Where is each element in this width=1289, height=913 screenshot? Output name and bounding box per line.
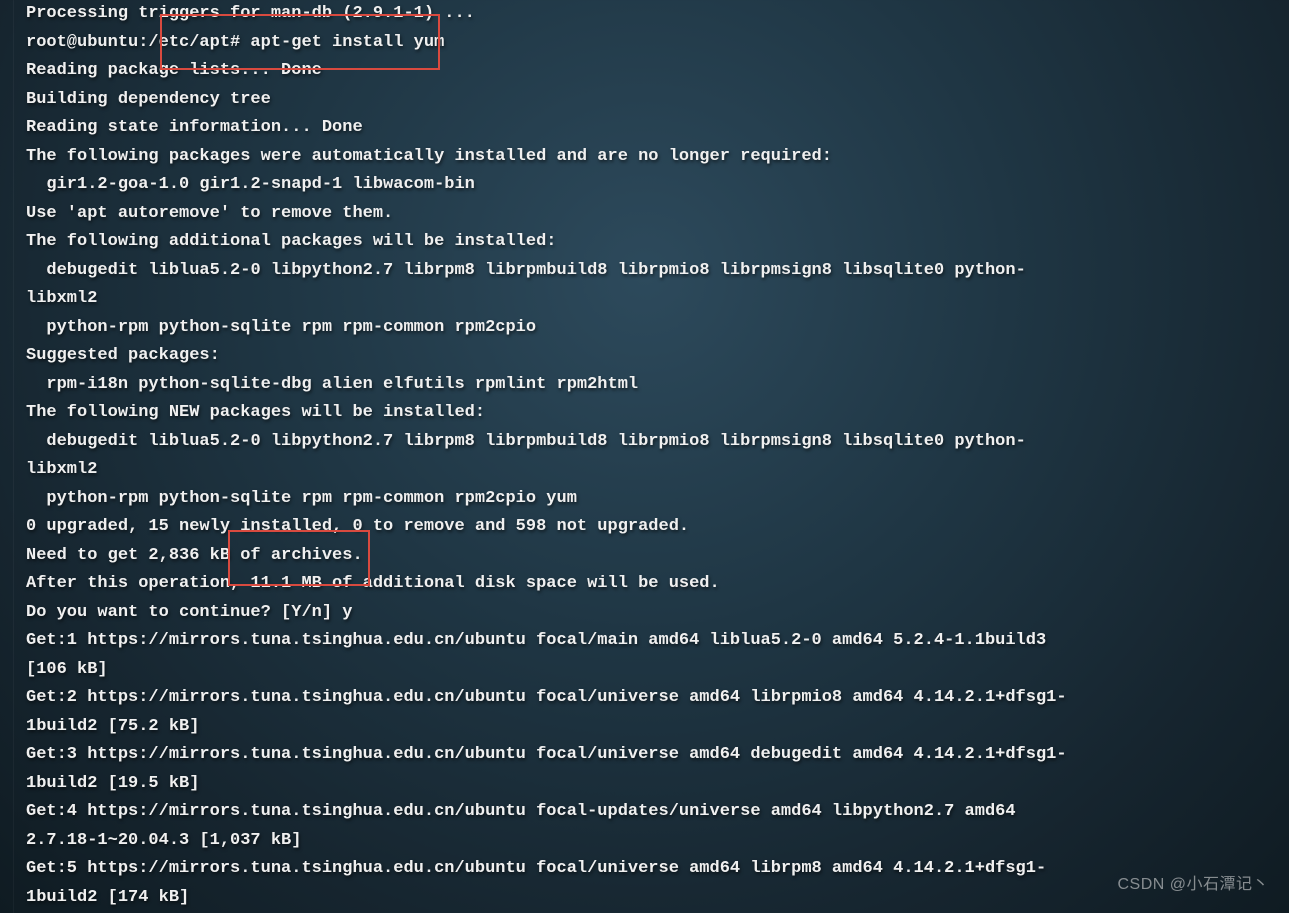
terminal-line: Reading state information... Done: [26, 114, 1082, 143]
terminal-line: debugedit liblua5.2-0 libpython2.7 librp…: [26, 257, 1082, 314]
terminal-line: After this operation, 11.1 MB of additio…: [26, 570, 1082, 599]
terminal-line: gir1.2-goa-1.0 gir1.2-snapd-1 libwacom-b…: [26, 171, 1082, 200]
terminal-line: Building dependency tree: [26, 86, 1082, 115]
terminal-line: The following NEW packages will be insta…: [26, 399, 1082, 428]
terminal-line: Get:2 https://mirrors.tuna.tsinghua.edu.…: [26, 684, 1082, 741]
annotation-box-command: [160, 14, 440, 70]
terminal-line: Do you want to continue? [Y/n] y: [26, 599, 1082, 628]
watermark-text: CSDN @小石潭记丶: [1117, 871, 1269, 900]
decorative-rule: [13, 0, 14, 913]
terminal-line: Get:5 https://mirrors.tuna.tsinghua.edu.…: [26, 855, 1082, 912]
terminal-line: Get:3 https://mirrors.tuna.tsinghua.edu.…: [26, 741, 1082, 798]
terminal-line: python-rpm python-sqlite rpm rpm-common …: [26, 485, 1082, 514]
terminal-line: The following packages were automaticall…: [26, 143, 1082, 172]
terminal-line: Get:1 https://mirrors.tuna.tsinghua.edu.…: [26, 627, 1082, 684]
terminal-line: The following additional packages will b…: [26, 228, 1082, 257]
terminal-output[interactable]: Processing triggers for man-db (2.9.1-1)…: [26, 0, 1082, 913]
terminal-line: 0 upgraded, 15 newly installed, 0 to rem…: [26, 513, 1082, 542]
terminal-line: debugedit liblua5.2-0 libpython2.7 librp…: [26, 428, 1082, 485]
terminal-line: rpm-i18n python-sqlite-dbg alien elfutil…: [26, 371, 1082, 400]
terminal-line: Suggested packages:: [26, 342, 1082, 371]
terminal-line: python-rpm python-sqlite rpm rpm-common …: [26, 314, 1082, 343]
terminal-line: Use 'apt autoremove' to remove them.: [26, 200, 1082, 229]
terminal-line: Need to get 2,836 kB of archives.: [26, 542, 1082, 571]
annotation-box-confirm: [228, 530, 370, 586]
terminal-line: Get:4 https://mirrors.tuna.tsinghua.edu.…: [26, 798, 1082, 855]
